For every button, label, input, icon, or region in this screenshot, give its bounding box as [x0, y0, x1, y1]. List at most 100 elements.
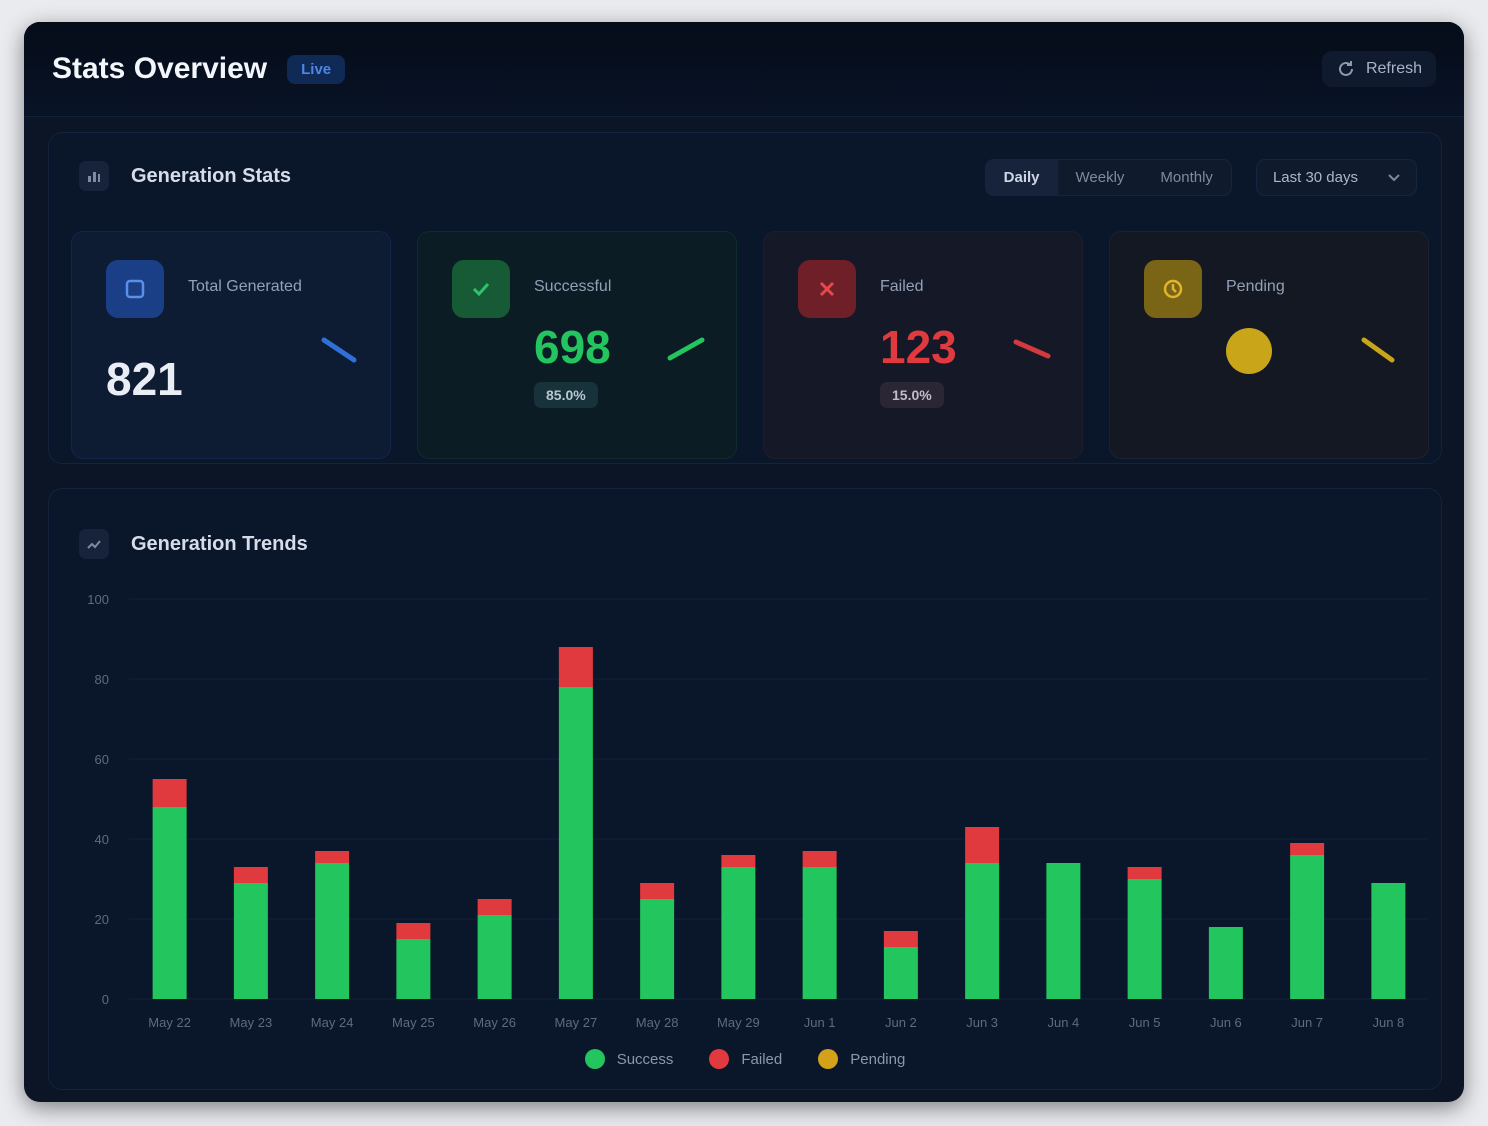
legend-label-success: Success: [616, 1050, 674, 1068]
generation-trends-chart: 0 20 40 60 80 100 May 22 May 23 May 24 May 25 May …: [87, 592, 1429, 1030]
bar-success-10[interactable]: [965, 863, 1000, 999]
stat-card-pending: Pending: [1109, 231, 1429, 459]
live-badge: Live: [287, 54, 346, 84]
y-tick-label: 80: [95, 672, 109, 687]
y-tick-label: 0: [102, 992, 109, 1007]
y-tick-label: 100: [87, 592, 109, 607]
app-window: Stats Overview Live Refresh Generation S…: [24, 22, 1464, 1102]
bar-success-15[interactable]: [1371, 883, 1406, 999]
x-tick-label: Jun 3: [966, 1015, 998, 1030]
bar-failed-4[interactable]: [477, 899, 512, 915]
y-tick-label: 60: [95, 752, 109, 767]
date-range-select[interactable]: Last 30 days: [1255, 159, 1417, 196]
bar-success-6[interactable]: [640, 899, 675, 999]
bar-success-9[interactable]: [883, 947, 918, 999]
legend-swatch-pending: [818, 1049, 839, 1069]
legend-swatch-failed: [709, 1049, 730, 1069]
bar-failed-2[interactable]: [315, 851, 350, 863]
success-value: 698: [534, 321, 611, 373]
trend-down-icon: [1361, 337, 1395, 363]
x-tick-label: Jun 8: [1372, 1015, 1404, 1030]
stats-panel-header: Generation Stats: [79, 161, 291, 191]
bar-success-3[interactable]: [396, 939, 431, 999]
bar-success-7[interactable]: [721, 867, 756, 999]
bar-failed-10[interactable]: [965, 827, 1000, 863]
bar-failed-7[interactable]: [721, 855, 756, 867]
refresh-button[interactable]: Refresh: [1321, 51, 1436, 87]
bar-failed-5[interactable]: [558, 647, 593, 687]
x-tick-label: May 29: [717, 1015, 760, 1030]
x-tick-label: May 26: [473, 1015, 516, 1030]
total-label: Total Generated: [188, 278, 302, 295]
legend-item-pending[interactable]: Pending: [818, 1049, 905, 1069]
chart-icon: [79, 161, 109, 191]
trends-panel: Generation Trends 0 20 40 60 80 100 May 22 May …: [48, 488, 1442, 1090]
bar-success-0[interactable]: [152, 807, 187, 999]
stat-card-success: Successful 698 85.0%: [417, 231, 737, 459]
bar-success-1[interactable]: [233, 883, 268, 999]
legend-swatch-success: [584, 1049, 605, 1069]
y-tick-label: 20: [95, 912, 109, 927]
x-tick-label: Jun 4: [1047, 1015, 1079, 1030]
trend-down-icon: [1013, 339, 1051, 359]
pending-value: [1226, 328, 1272, 374]
view-option-monthly[interactable]: Monthly: [1142, 160, 1231, 195]
legend-label-failed: Failed: [741, 1050, 783, 1068]
chevron-down-icon: [1388, 173, 1400, 181]
bar-failed-14[interactable]: [1290, 843, 1325, 855]
x-icon: [798, 260, 856, 318]
legend-item-failed[interactable]: Failed: [709, 1049, 782, 1069]
success-rate-badge: 85.0%: [534, 382, 598, 408]
view-option-weekly[interactable]: Weekly: [1058, 160, 1143, 195]
x-tick-label: May 24: [311, 1015, 354, 1030]
pending-label: Pending: [1226, 278, 1285, 295]
stat-card-total: Total Generated 821: [71, 231, 391, 459]
legend-label-pending: Pending: [850, 1050, 906, 1068]
x-tick-label: Jun 1: [804, 1015, 836, 1030]
total-icon: [106, 260, 164, 318]
bar-success-14[interactable]: [1290, 855, 1325, 999]
x-tick-label: Jun 7: [1291, 1015, 1323, 1030]
bar-success-5[interactable]: [558, 687, 593, 999]
trend-up-icon: [321, 337, 357, 363]
page-title: Stats Overview: [52, 52, 268, 85]
failed-rate-badge: 15.0%: [880, 382, 944, 408]
x-tick-label: May 27: [555, 1015, 598, 1030]
bar-success-12[interactable]: [1127, 879, 1162, 999]
y-tick-label: 40: [95, 832, 109, 847]
x-tick-label: May 22: [148, 1015, 191, 1030]
bar-failed-1[interactable]: [233, 867, 268, 883]
x-tick-label: May 23: [230, 1015, 273, 1030]
legend-item-success[interactable]: Success: [584, 1049, 674, 1069]
clock-icon: [1144, 260, 1202, 318]
check-icon: [452, 260, 510, 318]
bar-success-11[interactable]: [1046, 863, 1081, 999]
bar-failed-9[interactable]: [883, 931, 918, 947]
x-tick-label: Jun 2: [885, 1015, 917, 1030]
refresh-label: Refresh: [1365, 60, 1422, 77]
bar-failed-8[interactable]: [802, 851, 837, 867]
bar-success-2[interactable]: [315, 863, 350, 999]
stats-panel-title: Generation Stats: [131, 164, 292, 187]
bar-failed-0[interactable]: [152, 779, 187, 807]
view-option-daily[interactable]: Daily: [985, 160, 1058, 195]
stats-panel: Generation Stats Daily Weekly Monthly La…: [48, 132, 1442, 464]
x-tick-label: Jun 6: [1210, 1015, 1242, 1030]
failed-value: 123: [880, 321, 957, 373]
refresh-icon: [1338, 61, 1353, 76]
x-tick-label: Jun 5: [1129, 1015, 1161, 1030]
stats-controls: Daily Weekly Monthly Last 30 days: [984, 159, 1417, 196]
bar-success-4[interactable]: [477, 915, 512, 999]
success-label: Successful: [534, 278, 612, 295]
stat-card-failed: Failed 123 15.0%: [763, 231, 1083, 459]
bar-failed-3[interactable]: [396, 923, 431, 939]
failed-label: Failed: [880, 278, 924, 295]
trend-up-icon: [667, 337, 705, 361]
date-range-label: Last 30 days: [1272, 169, 1358, 186]
view-toggle: Daily Weekly Monthly: [984, 159, 1232, 196]
bar-failed-6[interactable]: [640, 883, 675, 899]
bar-success-13[interactable]: [1208, 927, 1243, 999]
bar-failed-12[interactable]: [1127, 867, 1162, 879]
x-tick-label: May 28: [636, 1015, 679, 1030]
bar-success-8[interactable]: [802, 867, 837, 999]
